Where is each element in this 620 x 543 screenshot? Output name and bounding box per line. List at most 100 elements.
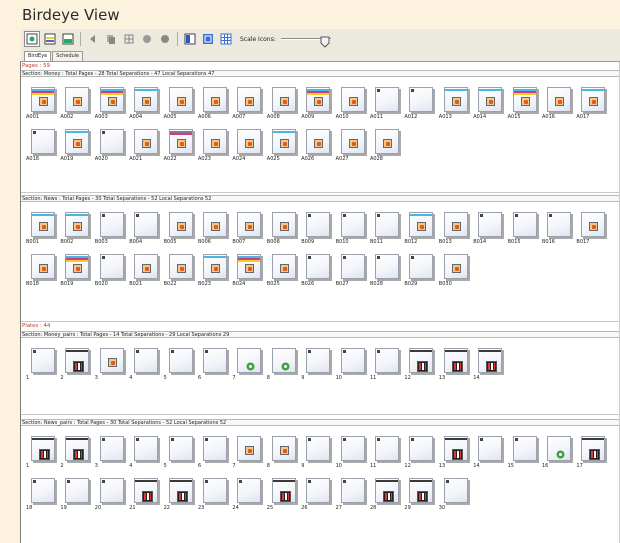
page-thumbnail[interactable] (271, 436, 296, 461)
news-pairs-plate-item[interactable]: 9 (300, 436, 332, 471)
money-page-item[interactable]: A024 (231, 129, 263, 164)
money-pairs-plate-item[interactable]: 5 (163, 348, 195, 383)
page-thumbnail[interactable] (31, 129, 55, 154)
tab-birdeye[interactable]: BirdEye (24, 51, 52, 61)
page-thumbnail[interactable] (31, 254, 55, 279)
page-thumbnail[interactable] (409, 254, 434, 279)
news-pairs-plate-item[interactable]: 10 (335, 436, 367, 471)
page-thumbnail[interactable] (134, 478, 159, 503)
page-thumbnail[interactable] (99, 87, 124, 112)
page-thumbnail[interactable] (134, 129, 159, 154)
news-page-item[interactable]: B026 (300, 254, 332, 289)
money-page-item[interactable]: A020 (94, 129, 126, 164)
money-pairs-plate-item[interactable]: 10 (335, 348, 367, 383)
page-thumbnail[interactable] (443, 254, 468, 279)
page-thumbnail[interactable] (31, 348, 55, 373)
money-page-item[interactable]: A027 (335, 129, 367, 164)
news-pairs-plate-item[interactable]: 22 (163, 478, 195, 513)
page-thumbnail[interactable] (409, 87, 434, 112)
page-thumbnail[interactable] (478, 348, 503, 373)
money-pairs-plate-item[interactable]: 1 (25, 348, 57, 383)
page-thumbnail[interactable] (409, 348, 434, 373)
page-thumbnail[interactable] (375, 436, 399, 461)
news-page-item[interactable]: B013 (438, 212, 470, 247)
table-icon[interactable] (218, 31, 234, 47)
money-pairs-plate-item[interactable]: 6 (197, 348, 229, 383)
page-thumbnail[interactable] (168, 478, 193, 503)
page-thumbnail[interactable] (168, 436, 193, 461)
page-thumbnail[interactable] (134, 348, 159, 373)
news-page-item[interactable]: B003 (94, 212, 126, 247)
grid-icon[interactable] (121, 31, 137, 47)
money-page-item[interactable]: A006 (197, 87, 229, 122)
page-thumbnail[interactable] (340, 129, 365, 154)
money-page-item[interactable]: A014 (472, 87, 504, 122)
page-thumbnail[interactable] (237, 212, 262, 237)
news-page-item[interactable]: B005 (163, 212, 195, 247)
page-thumbnail[interactable] (271, 212, 296, 237)
page-thumbnail[interactable] (340, 348, 365, 373)
page-thumbnail[interactable] (271, 254, 296, 279)
money-page-item[interactable]: A016 (541, 87, 573, 122)
circle-icon[interactable] (139, 31, 155, 47)
news-page-item[interactable]: B030 (438, 254, 470, 289)
news-pairs-plate-item[interactable]: 21 (128, 478, 160, 513)
page-thumbnail[interactable] (340, 87, 365, 112)
news-pairs-plate-item[interactable]: 8 (266, 436, 298, 471)
news-pairs-plate-item[interactable]: 4 (128, 436, 160, 471)
money-pairs-plate-item[interactable]: 3 (94, 348, 126, 383)
page-thumbnail[interactable] (512, 87, 537, 112)
news-pairs-plate-item[interactable]: 11 (369, 436, 401, 471)
news-page-item[interactable]: B002 (59, 212, 91, 247)
money-page-item[interactable]: A010 (335, 87, 367, 122)
news-page-item[interactable]: B019 (59, 254, 91, 289)
money-page-item[interactable]: A025 (266, 129, 298, 164)
page-thumbnail[interactable] (443, 478, 468, 503)
money-page-item[interactable]: A028 (369, 129, 401, 164)
news-pairs-plate-item[interactable]: 20 (94, 478, 126, 513)
news-page-item[interactable]: B014 (472, 212, 504, 247)
news-page-item[interactable]: B015 (507, 212, 539, 247)
page-thumbnail[interactable] (443, 436, 468, 461)
news-page-item[interactable]: B011 (369, 212, 401, 247)
page-thumbnail[interactable] (168, 212, 193, 237)
page-thumbnail[interactable] (547, 436, 571, 461)
money-page-item[interactable]: A007 (231, 87, 263, 122)
money-pairs-plate-item[interactable]: 9 (300, 348, 332, 383)
page-thumbnail[interactable] (271, 87, 296, 112)
money-page-item[interactable]: A023 (197, 129, 229, 164)
page-thumbnail[interactable] (271, 478, 296, 503)
arrange-icon[interactable] (200, 31, 216, 47)
page-thumbnail[interactable] (168, 87, 193, 112)
money-page-item[interactable]: A012 (403, 87, 435, 122)
page-thumbnail[interactable] (134, 254, 159, 279)
news-pairs-plate-item[interactable]: 5 (163, 436, 195, 471)
page-thumbnail[interactable] (443, 212, 468, 237)
page-thumbnail[interactable] (306, 254, 331, 279)
page-thumbnail[interactable] (512, 436, 537, 461)
page-thumbnail[interactable] (443, 87, 468, 112)
layout-icon[interactable] (182, 31, 198, 47)
page-thumbnail[interactable] (581, 436, 606, 461)
news-page-item[interactable]: B008 (266, 212, 298, 247)
page-thumbnail[interactable] (65, 129, 90, 154)
news-page-item[interactable]: B021 (128, 254, 160, 289)
page-thumbnail[interactable] (203, 436, 227, 461)
news-pairs-plate-item[interactable]: 18 (25, 478, 57, 513)
money-pairs-plate-item[interactable]: 2 (59, 348, 91, 383)
page-thumbnail[interactable] (134, 87, 159, 112)
plates-icon[interactable] (60, 31, 76, 47)
page-thumbnail[interactable] (306, 478, 331, 503)
news-pairs-plate-item[interactable]: 7 (231, 436, 263, 471)
news-pairs-plate-item[interactable]: 24 (231, 478, 263, 513)
page-thumbnail[interactable] (203, 478, 227, 503)
circle-alt-icon[interactable] (157, 31, 173, 47)
money-page-item[interactable]: A018 (25, 129, 57, 164)
news-page-item[interactable]: B020 (94, 254, 126, 289)
news-pairs-plate-item[interactable]: 30 (438, 478, 470, 513)
page-thumbnail[interactable] (168, 254, 193, 279)
page-thumbnail[interactable] (340, 436, 365, 461)
page-thumbnail[interactable] (65, 478, 90, 503)
page-thumbnail[interactable] (65, 254, 90, 279)
page-thumbnail[interactable] (237, 436, 262, 461)
